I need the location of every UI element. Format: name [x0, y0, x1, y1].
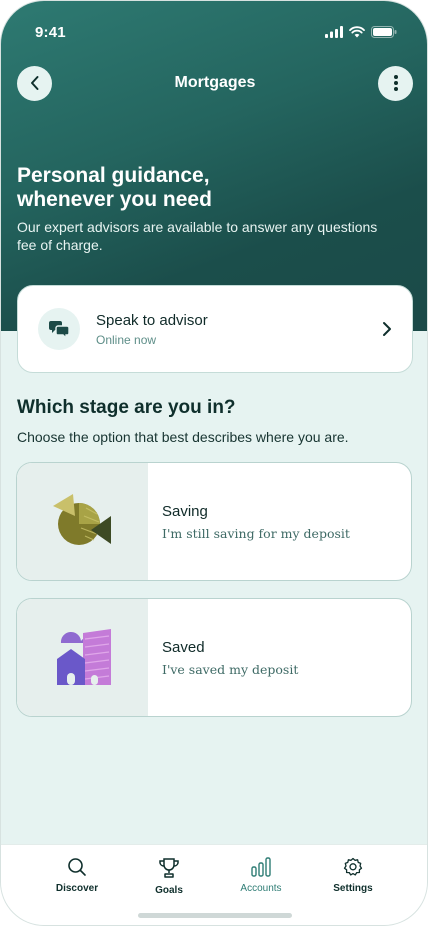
status-icons	[325, 26, 397, 38]
option-saved-card[interactable]: Saved I've saved my deposit	[16, 598, 412, 717]
trophy-icon	[159, 858, 179, 878]
hero-title: Personal guidance, whenever you need	[17, 164, 397, 212]
hero-section: Personal guidance, whenever you need Our…	[17, 164, 397, 254]
advisor-text: Speak to advisor Online now	[96, 312, 382, 347]
nav-bar: Mortgages	[17, 65, 413, 101]
tab-discover[interactable]: Discover	[37, 857, 117, 925]
speak-to-advisor-card[interactable]: Speak to advisor Online now	[17, 285, 413, 373]
status-time: 9:41	[35, 23, 66, 41]
option-saved-body: Saved I've saved my deposit	[148, 599, 298, 716]
status-bar: 9:41	[1, 1, 427, 55]
gear-icon	[343, 857, 363, 876]
hero-title-line2: whenever you need	[17, 188, 212, 211]
stage-subheading: Choose the option that best describes wh…	[17, 429, 349, 445]
option-saved-title: Saved	[162, 638, 205, 656]
more-options-button[interactable]	[378, 65, 413, 101]
advisor-avatar	[38, 308, 80, 350]
option-saving-description: I'm still saving for my deposit	[162, 525, 350, 541]
tab-discover-label: Discover	[55, 883, 99, 894]
hero-description: Our expert advisors are available to ans…	[17, 219, 378, 253]
signal-icon	[325, 26, 343, 38]
bar-chart-icon	[251, 857, 271, 877]
more-vertical-icon	[393, 75, 398, 91]
option-saving-title: Saving	[162, 502, 208, 520]
option-saving-body: Saving I'm still saving for my deposit	[148, 463, 350, 580]
page-title: Mortgages	[174, 74, 256, 91]
advisor-status: Online now	[96, 332, 157, 347]
wifi-icon	[349, 26, 365, 38]
stage-heading: Which stage are you in?	[17, 397, 236, 418]
chevron-right-icon	[383, 322, 391, 336]
back-button[interactable]	[17, 65, 52, 101]
phone-screen: 9:41 Mortgages Personal guidance, whenev…	[0, 0, 428, 926]
tab-settings[interactable]: Settings	[313, 857, 393, 925]
tab-goals-label: Goals	[155, 885, 183, 896]
chevron-left-icon	[30, 76, 38, 90]
option-saved-description: I've saved my deposit	[162, 661, 299, 677]
advisor-title: Speak to advisor	[96, 311, 208, 329]
houses-illustration-icon	[56, 628, 111, 685]
battery-icon	[371, 26, 397, 38]
option-saved-media	[17, 599, 148, 716]
option-saving-media	[17, 463, 148, 580]
tab-settings-label: Settings	[333, 883, 373, 894]
saving-illustration-icon	[52, 493, 111, 545]
option-saving-card[interactable]: Saving I'm still saving for my deposit	[16, 462, 412, 581]
hero-title-line1: Personal guidance,	[17, 164, 210, 187]
tab-accounts-label: Accounts	[240, 883, 282, 894]
chat-bubbles-icon	[49, 321, 70, 339]
home-indicator	[138, 913, 292, 918]
search-icon	[68, 858, 86, 876]
